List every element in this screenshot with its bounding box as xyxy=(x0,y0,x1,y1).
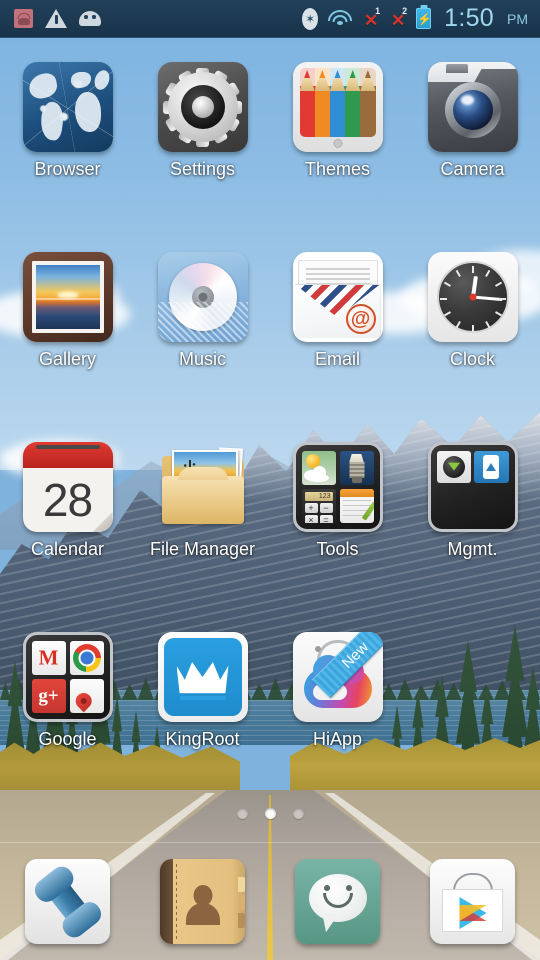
maps-icon xyxy=(69,679,104,713)
app-label: Camera xyxy=(440,159,505,179)
apk-installer-icon xyxy=(14,9,33,28)
google-plus-glyph: g+ xyxy=(38,685,59,707)
hiapp-store-icon[interactable]: New xyxy=(292,632,383,722)
bluetooth-icon xyxy=(302,7,319,30)
app-themes[interactable]: Themes xyxy=(270,52,405,242)
app-calendar[interactable]: 28 Calendar xyxy=(0,432,135,622)
dock-item-play-store[interactable] xyxy=(405,859,540,944)
app-label: Music xyxy=(178,349,226,369)
calendar-icon[interactable]: 28 xyxy=(22,442,113,532)
app-label: Mgmt. xyxy=(447,539,498,559)
app-camera[interactable]: Camera xyxy=(405,52,540,242)
pencil xyxy=(345,68,361,137)
browser-globe-icon[interactable] xyxy=(22,62,113,152)
dock xyxy=(0,842,540,960)
status-bar-notifications[interactable] xyxy=(0,9,302,28)
management-folder-icon[interactable] xyxy=(427,442,518,532)
page-dot-2[interactable] xyxy=(292,808,304,819)
dock-item-messaging[interactable] xyxy=(270,859,405,944)
app-kingroot[interactable]: KingRoot xyxy=(135,622,270,812)
app-google-folder[interactable]: M g+ Google xyxy=(0,622,135,812)
phone-update-icon xyxy=(474,451,509,483)
calendar-day-number: 28 xyxy=(42,474,93,526)
app-hiapp[interactable]: New HiApp xyxy=(270,622,405,812)
app-browser[interactable]: Browser xyxy=(0,52,135,242)
google-folder-icon[interactable]: M g+ xyxy=(22,632,113,722)
file-manager-folder-icon[interactable] xyxy=(158,442,248,532)
app-tools-folder[interactable]: 123 + − × = Tools xyxy=(270,432,405,622)
status-bar-system-icons[interactable]: 1 ✕ 2 ✕ 1:50 PM xyxy=(302,6,540,31)
calculator-icon: 123 + − × = xyxy=(301,489,336,523)
app-mgmt-folder[interactable]: Mgmt. xyxy=(405,432,540,622)
app-label: Browser xyxy=(34,159,101,179)
weather-icon xyxy=(301,451,336,485)
contacts-book-icon[interactable] xyxy=(160,859,245,944)
app-email[interactable]: @ Email xyxy=(270,242,405,432)
gallery-photo-frame-icon[interactable] xyxy=(22,252,113,342)
page-dot-0[interactable] xyxy=(236,808,248,819)
app-label: Settings xyxy=(169,159,236,179)
status-bar-clock: 1:50 xyxy=(444,4,494,32)
tools-folder-icon[interactable]: 123 + − × = xyxy=(292,442,383,532)
app-label: Tools xyxy=(316,539,359,559)
app-label: Email xyxy=(314,349,360,369)
sim1-no-signal-icon: 1 ✕ xyxy=(362,5,381,30)
downloads-icon xyxy=(436,451,471,483)
page-indicator[interactable] xyxy=(0,808,540,819)
sim2-badge: 2 xyxy=(402,5,408,16)
app-label: HiApp xyxy=(312,729,363,749)
at-symbol-icon: @ xyxy=(345,304,376,334)
camera-icon[interactable] xyxy=(427,62,518,152)
google-plus-icon: g+ xyxy=(31,679,66,713)
app-label: Themes xyxy=(304,159,371,179)
app-slot-empty xyxy=(405,622,540,812)
themes-pencils-icon[interactable] xyxy=(292,62,383,152)
pencil xyxy=(360,68,376,137)
app-label: Calendar xyxy=(30,539,105,559)
notes-icon xyxy=(339,489,374,523)
app-label: KingRoot xyxy=(165,729,240,749)
dock-item-contacts[interactable] xyxy=(135,859,270,944)
music-cd-icon[interactable] xyxy=(157,252,248,342)
email-envelope-icon[interactable]: @ xyxy=(292,252,383,342)
app-gallery[interactable]: Gallery xyxy=(0,242,135,432)
status-bar-clock-ampm: PM xyxy=(507,10,528,27)
pencil xyxy=(314,68,330,137)
clock-analog-icon[interactable] xyxy=(427,252,518,342)
play-store-icon[interactable] xyxy=(430,859,515,944)
app-clock[interactable]: Clock xyxy=(405,242,540,432)
pencil xyxy=(329,68,346,137)
app-file-manager[interactable]: File Manager xyxy=(135,432,270,622)
page-dot-1[interactable] xyxy=(264,808,276,819)
calculator-display: 123 xyxy=(304,492,333,501)
battery-charging-icon xyxy=(416,8,432,29)
app-label: Gallery xyxy=(38,349,96,369)
gmail-glyph: M xyxy=(38,645,59,670)
app-label: File Manager xyxy=(149,539,256,559)
dock-item-phone[interactable] xyxy=(0,859,135,944)
gmail-icon: M xyxy=(31,641,66,675)
chrome-icon xyxy=(69,641,104,675)
app-music[interactable]: Music xyxy=(135,242,270,432)
sim1-badge: 1 xyxy=(375,5,381,16)
warning-icon xyxy=(45,9,67,28)
status-bar[interactable]: 1 ✕ 2 ✕ 1:50 PM xyxy=(0,0,540,38)
app-label: Clock xyxy=(449,349,495,369)
phone-handset-icon[interactable] xyxy=(25,859,110,944)
app-grid: Browser Settings Themes Camera Gallery M… xyxy=(0,52,540,812)
wifi-icon xyxy=(327,9,353,28)
pencil xyxy=(299,68,315,137)
kingroot-crown-icon[interactable] xyxy=(157,632,248,722)
messaging-smiley-bubble-icon[interactable] xyxy=(295,859,380,944)
android-system-icon xyxy=(79,11,101,26)
settings-gear-icon[interactable] xyxy=(157,62,248,152)
app-label: Google xyxy=(38,729,97,749)
flashlight-icon xyxy=(339,451,374,485)
app-settings[interactable]: Settings xyxy=(135,52,270,242)
sim2-no-signal-icon: 2 ✕ xyxy=(389,5,408,30)
